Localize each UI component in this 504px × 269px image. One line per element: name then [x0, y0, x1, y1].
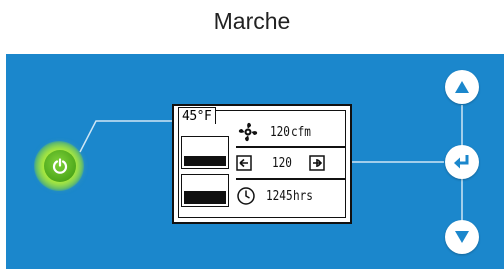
hours-unit: hrs [293, 188, 314, 204]
hours-value: 1245 [266, 188, 293, 204]
triangle-down-icon [455, 231, 469, 243]
airflow-unit: cfm [291, 124, 312, 140]
power-button[interactable] [44, 150, 76, 182]
tank-upper-fill [184, 156, 226, 166]
tank-lower [181, 174, 229, 207]
tank-upper [181, 136, 229, 169]
power-icon [52, 158, 68, 174]
plus-box-icon[interactable] [309, 155, 326, 171]
up-button[interactable] [445, 70, 479, 104]
airflow-value: 120 [270, 124, 290, 140]
down-button[interactable] [445, 220, 479, 254]
airflow-row: 120 cfm [236, 120, 340, 144]
row-divider [236, 178, 346, 180]
setpoint-value: 120 [272, 155, 292, 171]
triangle-up-icon [455, 81, 469, 93]
arrow-left-box-icon[interactable] [236, 155, 252, 171]
fan-icon [238, 122, 258, 142]
tank-lower-fill [184, 190, 226, 204]
enter-button[interactable] [445, 145, 479, 179]
clock-icon [237, 187, 255, 205]
lcd-display: 45°F 120 cfm 120 1245 hrs [172, 104, 352, 224]
hours-row: 1245 hrs [236, 184, 340, 208]
temperature-readout: 45°F [178, 107, 216, 124]
status-caption: Marche [213, 8, 291, 34]
setpoint-row: 120 [236, 151, 340, 175]
enter-arrow-icon [454, 155, 469, 169]
row-divider [236, 146, 346, 148]
